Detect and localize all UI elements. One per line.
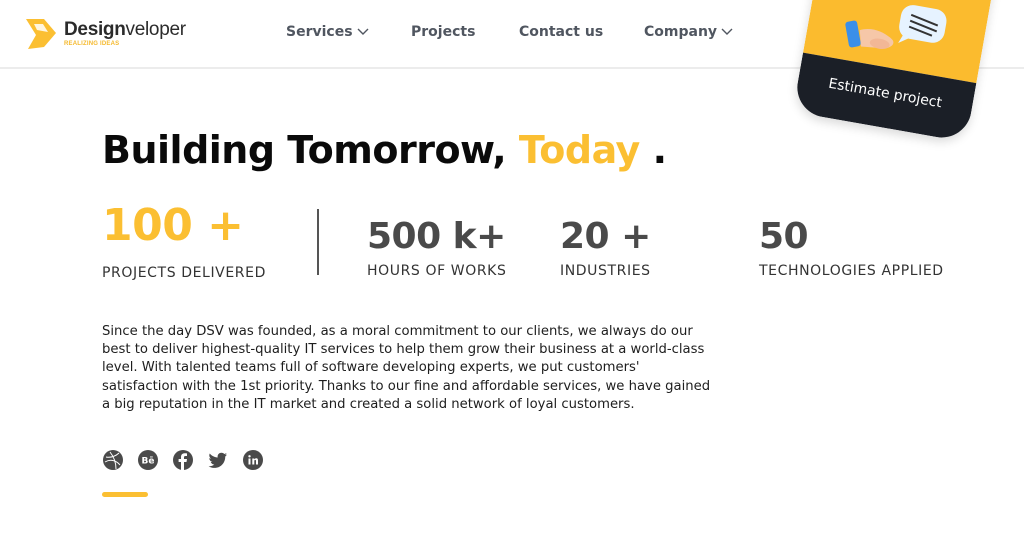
behance-icon[interactable]: Bē: [138, 450, 158, 470]
twitter-icon[interactable]: [208, 450, 228, 470]
stat-value: 500 k+: [367, 216, 506, 257]
nav-item-label: Services: [286, 24, 353, 40]
estimate-project-button[interactable]: Estimate project: [792, 0, 1001, 143]
stat-label: HOURS OF WORKS: [367, 263, 507, 279]
headline-accent: Today: [518, 128, 640, 172]
nav-item-label: Contact us: [519, 24, 604, 40]
logo[interactable]: Designveloper REALIZING IDEAS: [24, 15, 186, 51]
svg-text:Bē: Bē: [142, 457, 155, 467]
nav-item-label: Projects: [411, 24, 476, 40]
nav-item-label: Company: [644, 24, 718, 40]
stat-hours-of-works: 500 k+ HOURS OF WORKS: [367, 215, 506, 279]
stat-projects-delivered: 100 + PROJECTS DELIVERED: [102, 200, 266, 281]
stat-value: 20 +: [560, 216, 651, 257]
nav-item-services[interactable]: Services: [286, 24, 369, 40]
stat-industries: 20 + INDUSTRIES: [560, 215, 651, 279]
nav-item-company[interactable]: Company: [644, 24, 733, 40]
stat-label: INDUSTRIES: [560, 263, 651, 279]
accent-underline: [102, 492, 148, 497]
stat-technologies-applied: 50 TECHNOLOGIES APPLIED: [759, 215, 944, 279]
chevron-down-icon: [357, 28, 369, 35]
headline-end: .: [652, 128, 667, 172]
chevron-down-icon: [721, 28, 733, 35]
stat-value: 100 +: [102, 200, 244, 251]
stat-divider: [317, 209, 319, 275]
linkedin-icon[interactable]: [243, 450, 263, 470]
logo-tagline: REALIZING IDEAS: [64, 40, 120, 47]
company-description: Since the day DSV was founded, as a mora…: [102, 324, 711, 412]
facebook-icon[interactable]: [173, 450, 193, 470]
logo-mark-icon: [26, 19, 56, 49]
nav-item-projects[interactable]: Projects: [411, 24, 475, 40]
stat-value: 50: [759, 216, 809, 257]
logo-name: Designveloper: [64, 18, 186, 40]
stat-label: TECHNOLOGIES APPLIED: [759, 263, 944, 279]
social-links: Bē: [103, 450, 278, 470]
dribbble-icon[interactable]: [103, 450, 123, 470]
headline-main: Building Tomorrow,: [102, 128, 507, 172]
stat-label: PROJECTS DELIVERED: [102, 265, 266, 281]
nav-item-contact[interactable]: Contact us: [519, 24, 603, 40]
hero-headline: Building Tomorrow, Today .: [102, 128, 667, 172]
